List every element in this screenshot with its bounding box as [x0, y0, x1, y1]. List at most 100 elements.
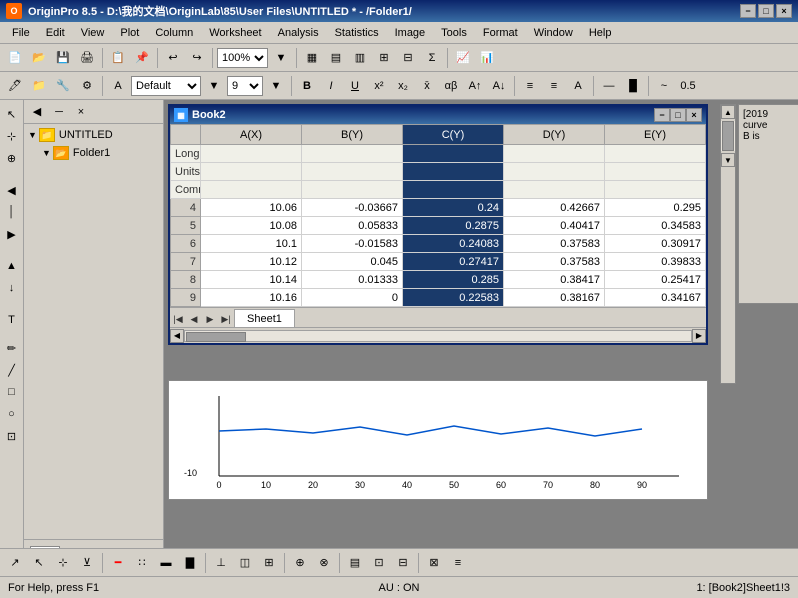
cell-7-d[interactable]: 0.37583: [504, 253, 605, 271]
cell-4-e[interactable]: 0.295: [605, 199, 706, 217]
nav-vert[interactable]: │: [2, 202, 22, 222]
underline-button[interactable]: U: [344, 75, 366, 97]
sidebar-expand[interactable]: ─: [48, 101, 70, 123]
units-c[interactable]: [403, 163, 504, 181]
menu-window[interactable]: Window: [526, 25, 581, 41]
nav-left[interactable]: ◀: [2, 180, 22, 200]
fmt-btn-2[interactable]: 📁: [28, 75, 50, 97]
tab-next[interactable]: ▶: [202, 311, 218, 327]
cell-5-c[interactable]: 0.2875: [403, 217, 504, 235]
strikethrough-button[interactable]: x̄: [416, 75, 438, 97]
menu-plot[interactable]: Plot: [112, 25, 147, 41]
hscroll-track[interactable]: [184, 330, 692, 342]
bt-btn3[interactable]: ⊹: [52, 552, 74, 574]
vscroll-up[interactable]: ▲: [721, 105, 735, 119]
tab-prev[interactable]: ◀: [186, 311, 202, 327]
book-minimize[interactable]: −: [654, 108, 670, 122]
fmt-btn-4[interactable]: ⚙: [76, 75, 98, 97]
units-e[interactable]: [605, 163, 706, 181]
cell-5-d[interactable]: 0.40417: [504, 217, 605, 235]
tb-btn-2[interactable]: ▤: [325, 47, 347, 69]
alpha-button[interactable]: αβ: [440, 75, 462, 97]
align-center[interactable]: ≡: [543, 75, 565, 97]
italic-button[interactable]: I: [320, 75, 342, 97]
cell-6-e[interactable]: 0.30917: [605, 235, 706, 253]
bt-btn5[interactable]: ⊥: [210, 552, 232, 574]
tab-first[interactable]: |◀: [170, 311, 186, 327]
units-b[interactable]: [302, 163, 403, 181]
cell-9-e[interactable]: 0.34167: [605, 289, 706, 307]
extra-btn2[interactable]: 0.5: [677, 75, 699, 97]
menu-help[interactable]: Help: [581, 25, 620, 41]
cell-9-d[interactable]: 0.38167: [504, 289, 605, 307]
bold-button[interactable]: B: [296, 75, 318, 97]
nav-right[interactable]: ▶: [2, 224, 22, 244]
redo-button[interactable]: ↪: [186, 47, 208, 69]
fmt-btn-3[interactable]: 🔧: [52, 75, 74, 97]
menu-statistics[interactable]: Statistics: [327, 25, 387, 41]
table-btn[interactable]: 📊: [476, 47, 498, 69]
tb-btn-6[interactable]: Σ: [421, 47, 443, 69]
menu-format[interactable]: Format: [475, 25, 526, 41]
cell-7-a[interactable]: 10.12: [201, 253, 302, 271]
size-dropdown[interactable]: ▼: [265, 75, 287, 97]
cell-8-a[interactable]: 10.14: [201, 271, 302, 289]
menu-worksheet[interactable]: Worksheet: [201, 25, 269, 41]
comments-e[interactable]: [605, 181, 706, 199]
menu-tools[interactable]: Tools: [433, 25, 475, 41]
comments-b[interactable]: [302, 181, 403, 199]
tb-btn-1[interactable]: ▦: [301, 47, 323, 69]
cell-6-b[interactable]: -0.01583: [302, 235, 403, 253]
cell-4-d[interactable]: 0.42667: [504, 199, 605, 217]
circle-tool[interactable]: ○: [2, 404, 22, 424]
cell-8-c[interactable]: 0.285: [403, 271, 504, 289]
menu-image[interactable]: Image: [387, 25, 434, 41]
cell-6-d[interactable]: 0.37583: [504, 235, 605, 253]
close-button[interactable]: ×: [776, 4, 792, 18]
book-close[interactable]: ×: [686, 108, 702, 122]
col-header-a[interactable]: A(X): [201, 125, 302, 145]
sidebar-collapse[interactable]: ◀: [26, 101, 48, 123]
rect-tool[interactable]: □: [2, 382, 22, 402]
size-select[interactable]: 9: [227, 76, 263, 96]
bt-btn8[interactable]: ⊕: [289, 552, 311, 574]
col-header-e[interactable]: E(Y): [605, 125, 706, 145]
bt-btn7[interactable]: ⊞: [258, 552, 280, 574]
comments-d[interactable]: [504, 181, 605, 199]
tab-last[interactable]: ▶|: [218, 311, 234, 327]
bt-btn13[interactable]: ⊠: [423, 552, 445, 574]
zoom-dropdown[interactable]: ▼: [270, 47, 292, 69]
cell-7-c[interactable]: 0.27417: [403, 253, 504, 271]
units-a[interactable]: [201, 163, 302, 181]
tb-btn-4[interactable]: ⊞: [373, 47, 395, 69]
tb-btn-5[interactable]: ⊟: [397, 47, 419, 69]
cell-5-b[interactable]: 0.05833: [302, 217, 403, 235]
cell-5-e[interactable]: 0.34583: [605, 217, 706, 235]
book-maximize[interactable]: □: [670, 108, 686, 122]
longname-b[interactable]: [302, 145, 403, 163]
vscroll-thumb[interactable]: [722, 121, 734, 151]
cell-7-b[interactable]: 0.045: [302, 253, 403, 271]
cell-9-a[interactable]: 10.16: [201, 289, 302, 307]
cell-8-d[interactable]: 0.38417: [504, 271, 605, 289]
fill-color[interactable]: █: [622, 75, 644, 97]
zoom-tool[interactable]: ⊕: [2, 148, 22, 168]
graph-btn[interactable]: 📈: [452, 47, 474, 69]
comments-c[interactable]: [403, 181, 504, 199]
vscroll-track[interactable]: [721, 121, 735, 151]
print-button[interactable]: 🖨: [76, 47, 98, 69]
zoom-select[interactable]: 100%: [217, 48, 268, 68]
font-size-up[interactable]: A↑: [464, 75, 486, 97]
draw-tool[interactable]: ✏: [2, 338, 22, 358]
fmt-btn-1[interactable]: 🖊: [4, 75, 26, 97]
font-dropdown[interactable]: ▼: [203, 75, 225, 97]
paste-button[interactable]: 📌: [131, 47, 153, 69]
undo-button[interactable]: ↩: [162, 47, 184, 69]
cell-8-e[interactable]: 0.25417: [605, 271, 706, 289]
line-color[interactable]: —: [598, 75, 620, 97]
bt-btn4[interactable]: ⊻: [76, 552, 98, 574]
bt-btn10[interactable]: ▤: [344, 552, 366, 574]
cell-8-b[interactable]: 0.01333: [302, 271, 403, 289]
bt-scatter[interactable]: ∷: [131, 552, 153, 574]
superscript-button[interactable]: x²: [368, 75, 390, 97]
